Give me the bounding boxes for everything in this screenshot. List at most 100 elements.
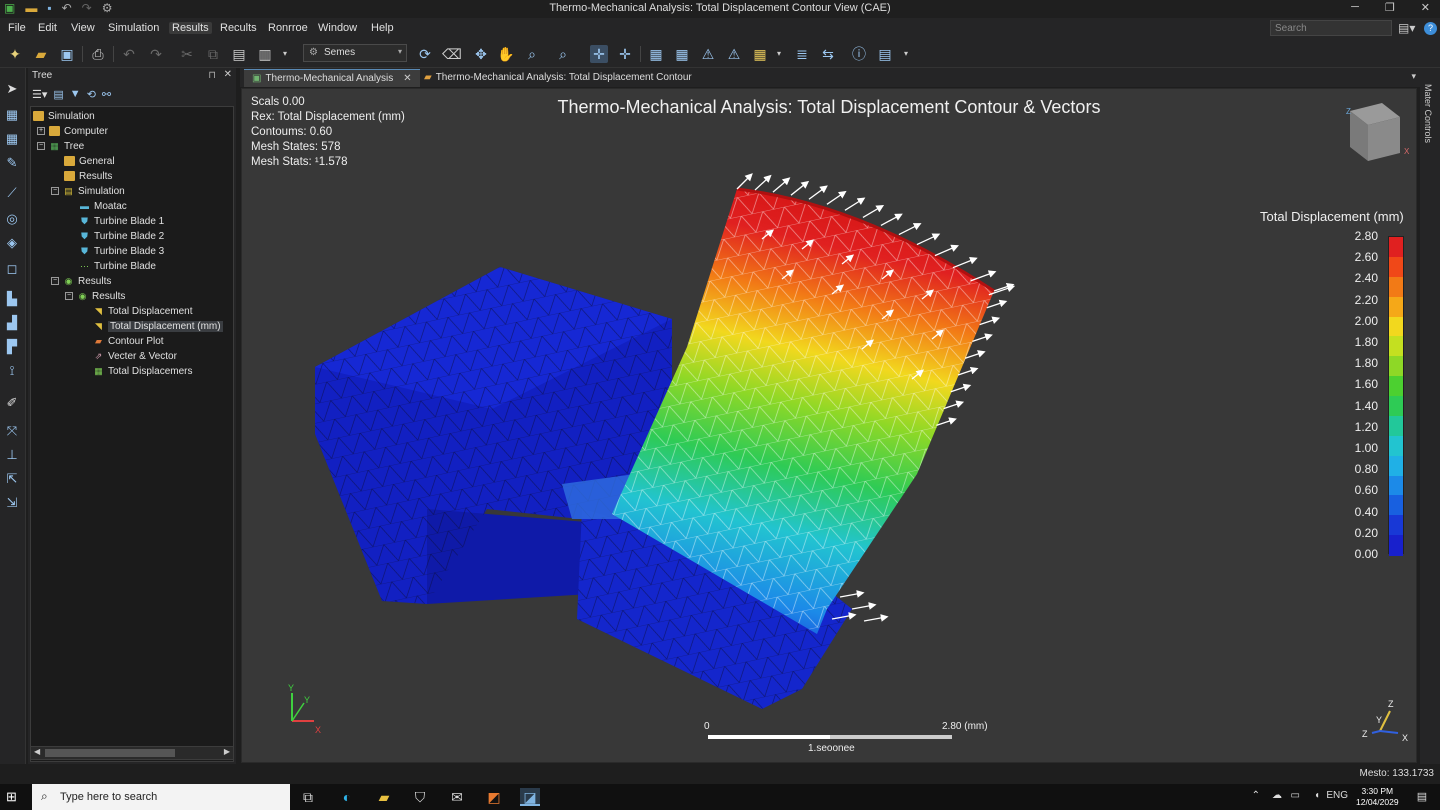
close-icon[interactable]: ✕: [224, 69, 232, 80]
menu-results[interactable]: Results: [169, 22, 212, 34]
tab-total-displacement-contour[interactable]: ▰ Thermo-Mechanical Analysis: Total Displ…: [416, 69, 700, 87]
right-collapsed-panel[interactable]: Mater Controls: [1420, 68, 1440, 764]
refresh-icon[interactable]: ⟲: [87, 88, 96, 102]
chevron-down-icon[interactable]: ▾: [897, 45, 915, 63]
cloud-icon[interactable]: ☁: [1272, 790, 1282, 801]
sketch-icon[interactable]: ✎: [3, 154, 21, 172]
language-indicator[interactable]: ENG: [1326, 790, 1348, 801]
paste-special-icon[interactable]: ▥: [256, 45, 274, 63]
minimize-icon[interactable]: ─: [1351, 1, 1359, 14]
chevron-down-icon[interactable]: ▾: [770, 45, 788, 63]
redo-icon[interactable]: ↷: [147, 45, 165, 63]
tree-node-tree[interactable]: − ▦ Tree: [37, 139, 84, 153]
tree-node-total-displacements-table[interactable]: ▦ Total Displacemers: [93, 364, 192, 378]
windows-start-icon[interactable]: ⊞: [6, 790, 20, 804]
tree-node-contour-plot[interactable]: ▰ Contour Plot: [93, 334, 164, 348]
right-panel-label[interactable]: Mater Controls: [1423, 84, 1433, 143]
help-icon[interactable]: ?: [1424, 22, 1437, 35]
close-icon[interactable]: ✕: [1421, 1, 1430, 14]
tree-node-turbine-blade-3[interactable]: ⛊ Turbine Blade 3: [79, 244, 164, 258]
collapse-icon[interactable]: −: [51, 277, 59, 285]
tree-node-total-displacement-mm[interactable]: ◥ Total Displacement (mm): [93, 319, 223, 333]
stack-icon[interactable]: ▟: [3, 314, 21, 332]
tab-thermo-mechanical-analysis[interactable]: ▣ Thermo-Mechanical Analysis ✕: [244, 69, 420, 87]
view-cube-icon[interactable]: ◈: [3, 234, 21, 252]
menu-icon[interactable]: ☰▾: [32, 88, 47, 102]
layers-icon[interactable]: ▙: [3, 290, 21, 308]
cut-icon[interactable]: ✂: [178, 45, 196, 63]
panel-icon[interactable]: ▛: [3, 338, 21, 356]
tree-node-results-group[interactable]: − ◉ Results: [51, 274, 111, 288]
probe-alt-icon[interactable]: ⚠: [725, 45, 743, 63]
scroll-left-icon[interactable]: ◀: [34, 747, 40, 756]
axis-icon[interactable]: ⊥: [3, 446, 21, 464]
taskbar-clock[interactable]: 3:30 PM 12/04/2029: [1356, 786, 1399, 808]
probe-tool-icon[interactable]: ⟟: [3, 362, 21, 380]
tree-node-turbine-blade[interactable]: ⋯ Turbine Blade: [79, 259, 156, 273]
tree-node-material[interactable]: ▬ Moatac: [79, 199, 127, 213]
table-icon[interactable]: ▦: [751, 45, 769, 63]
annotate-icon[interactable]: ✐: [3, 394, 21, 412]
notifications-icon[interactable]: ▤: [1412, 788, 1432, 806]
collapse-icon[interactable]: −: [65, 292, 73, 300]
pan-hand-icon[interactable]: ✋: [497, 45, 515, 63]
open-icon[interactable]: ▰: [32, 45, 50, 63]
mail-icon[interactable]: ✉: [447, 788, 467, 806]
menu-window[interactable]: Window: [315, 22, 360, 34]
menu-file[interactable]: File: [5, 22, 29, 34]
chevron-down-icon[interactable]: ▾: [1411, 71, 1416, 82]
element-select-icon[interactable]: ▦: [3, 130, 21, 148]
mesh-select-icon[interactable]: ▦: [673, 45, 691, 63]
collapse-icon[interactable]: −: [51, 187, 59, 195]
probe-icon[interactable]: ⚠: [699, 45, 717, 63]
clear-icon[interactable]: ⌫: [442, 45, 462, 63]
new-file-icon[interactable]: ✦: [6, 45, 24, 63]
cae-app-icon[interactable]: ◩: [484, 788, 504, 806]
tree-node-vector[interactable]: ⇗ Vecter & Vector: [93, 349, 177, 363]
tree-node-computer[interactable]: +. Computer: [37, 124, 108, 138]
menu-view[interactable]: View: [68, 22, 98, 34]
collapse-icon[interactable]: −: [37, 142, 45, 150]
menu-ronrroe[interactable]: Ronrroe: [265, 22, 311, 34]
list-icon[interactable]: ≣: [793, 45, 811, 63]
close-icon[interactable]: ✕: [403, 73, 411, 84]
rotate-icon[interactable]: ⟳: [416, 45, 434, 63]
section-icon[interactable]: ◎: [3, 210, 21, 228]
measure-icon[interactable]: ⟋: [3, 184, 21, 202]
3d-viewport[interactable]: Z X Scals 0.00 Rex: Total Displacement (…: [241, 88, 1417, 763]
node-select-icon[interactable]: ▦: [3, 106, 21, 124]
task-view-icon[interactable]: ⧉: [298, 788, 318, 806]
zoom-fit-icon[interactable]: ⌕: [554, 45, 572, 63]
scroll-right-icon[interactable]: ▶: [224, 747, 230, 756]
file-explorer-icon[interactable]: ▰: [374, 788, 394, 806]
filter-icon[interactable]: ▼: [70, 88, 81, 102]
menu-recults[interactable]: Recults: [217, 22, 260, 34]
tree-node-general[interactable]: . General: [64, 154, 115, 168]
active-app-icon[interactable]: ◪: [520, 788, 540, 806]
search-input[interactable]: Search: [1270, 20, 1392, 36]
layout-menu-icon[interactable]: ▤▾: [1398, 21, 1415, 35]
group-icon[interactable]: ⚯: [102, 88, 111, 102]
tree-node-results-sub[interactable]: − ◉ Results: [65, 289, 125, 303]
tree-node-simulation[interactable]: . Simulation: [33, 109, 95, 123]
paste-icon[interactable]: ▤: [230, 45, 248, 63]
tree-node-turbine-blade-2[interactable]: ⛊ Turbine Blade 2: [79, 229, 164, 243]
report-icon[interactable]: ▤: [876, 45, 894, 63]
select-cursor-icon[interactable]: ➤: [3, 80, 21, 98]
menu-simulation[interactable]: Simulation: [105, 22, 162, 34]
save-icon[interactable]: ▣: [58, 45, 76, 63]
info-icon[interactable]: ⓘ: [850, 45, 868, 63]
report-export-icon[interactable]: ⇲: [3, 494, 21, 512]
translate-icon[interactable]: ✛: [616, 45, 634, 63]
move-icon[interactable]: ✛: [590, 45, 608, 63]
restore-icon[interactable]: ❐: [1385, 1, 1395, 14]
expand-icon[interactable]: +: [37, 127, 45, 135]
box-view-icon[interactable]: ◻: [3, 260, 21, 278]
edge-browser-icon[interactable]: ◐: [337, 788, 357, 806]
fea-model-render[interactable]: Z X: [242, 89, 1417, 763]
store-icon[interactable]: ⛉: [410, 788, 430, 806]
network-icon[interactable]: ▭: [1291, 790, 1300, 801]
copy-icon[interactable]: ⧉: [204, 45, 222, 63]
scrollbar-thumb[interactable]: [45, 749, 175, 757]
zoom-icon[interactable]: ⌕: [523, 45, 541, 63]
